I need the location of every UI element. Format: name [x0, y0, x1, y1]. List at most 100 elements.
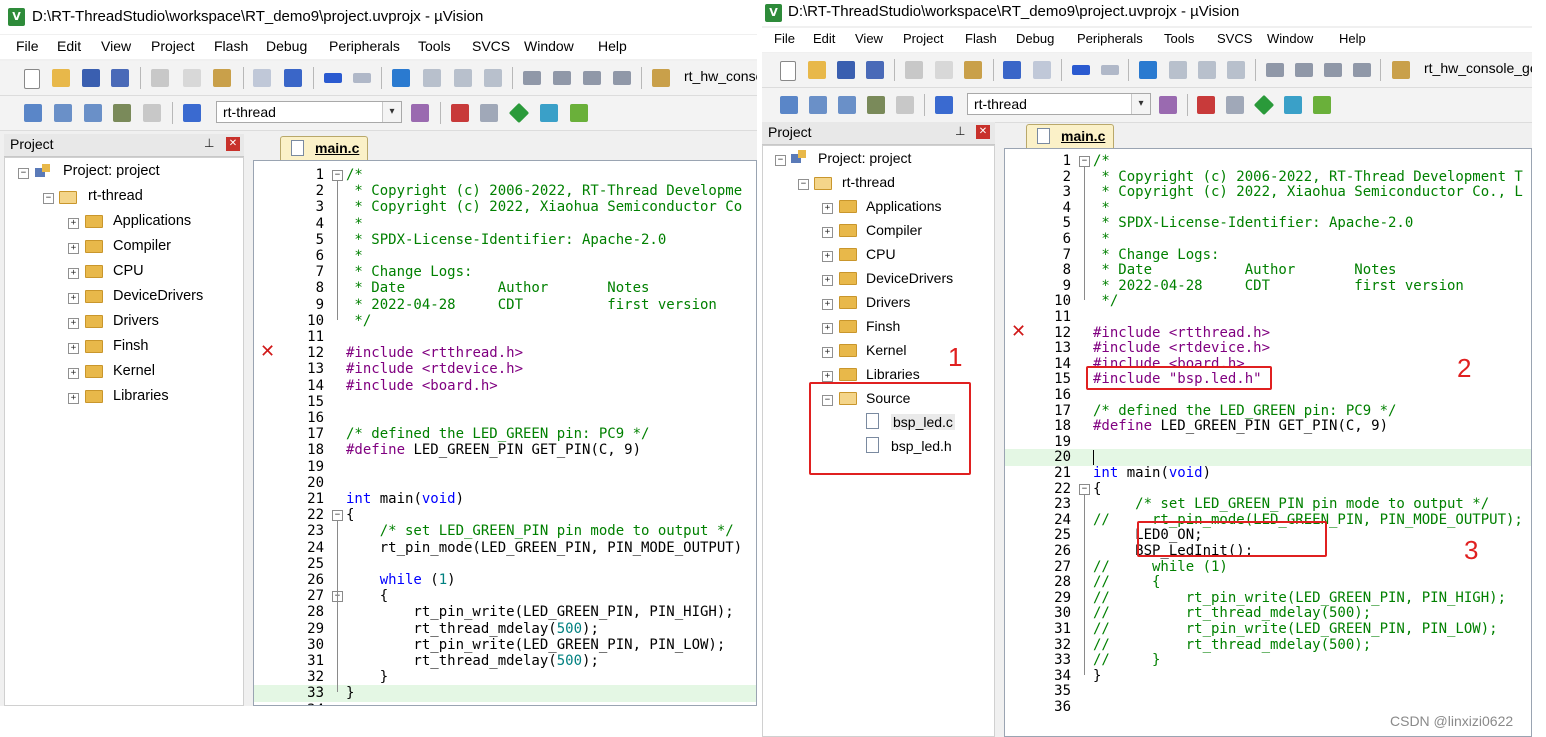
- tree-folder-drivers[interactable]: Drivers: [113, 313, 159, 329]
- menu-view[interactable]: View: [101, 38, 131, 54]
- expand-icon[interactable]: +: [68, 243, 79, 254]
- tree-folder-drivers[interactable]: Drivers: [866, 294, 910, 310]
- code-line[interactable]: 35: [1005, 683, 1531, 699]
- menu-tools[interactable]: Tools: [418, 38, 451, 54]
- expand-icon[interactable]: +: [68, 218, 79, 229]
- tree-folder-finsh[interactable]: Finsh: [113, 338, 148, 354]
- stop-build-icon[interactable]: [896, 96, 914, 114]
- menu-peripherals[interactable]: Peripherals: [329, 38, 400, 54]
- expand-icon[interactable]: +: [822, 275, 833, 286]
- prev-bookmark-icon[interactable]: [1169, 61, 1187, 79]
- expand-icon[interactable]: +: [68, 318, 79, 329]
- uncomment-icon[interactable]: [1353, 63, 1371, 77]
- tree-folder-cpu[interactable]: CPU: [866, 246, 896, 262]
- navigate-forward-icon[interactable]: [353, 73, 371, 83]
- code-line[interactable]: 2 * Copyright (c) 2006-2022, RT-Thread D…: [254, 183, 756, 199]
- find-combo-text[interactable]: rt_hw_conso: [684, 68, 757, 84]
- code-line[interactable]: 24 rt_pin_mode(LED_GREEN_PIN, PIN_MODE_O…: [254, 540, 756, 556]
- chevron-down-icon[interactable]: ▾: [382, 102, 401, 122]
- code-line[interactable]: 16: [254, 410, 756, 426]
- collapse-icon[interactable]: −: [775, 155, 786, 166]
- copy-icon[interactable]: [935, 61, 953, 79]
- tree-folder-kernel[interactable]: Kernel: [113, 363, 155, 379]
- open-folder-icon[interactable]: [52, 69, 70, 87]
- menu-window[interactable]: Window: [524, 38, 574, 54]
- manage-rte-icon[interactable]: [508, 102, 530, 124]
- unindent-icon[interactable]: [1295, 63, 1313, 77]
- code-line[interactable]: 27− {: [254, 588, 756, 604]
- chevron-down-icon[interactable]: ▾: [1131, 94, 1150, 114]
- code-line[interactable]: 13 #include <rtdevice.h>: [254, 361, 756, 377]
- code-line[interactable]: 28 rt_pin_write(LED_GREEN_PIN, PIN_HIGH)…: [254, 604, 756, 620]
- pin-icon[interactable]: ⊥: [204, 136, 214, 150]
- undo-icon[interactable]: [1003, 61, 1021, 79]
- code-line[interactable]: 6 *: [254, 248, 756, 264]
- tree-folder-compiler[interactable]: Compiler: [113, 238, 171, 254]
- paste-icon[interactable]: [213, 69, 231, 87]
- comment-icon[interactable]: [1324, 63, 1342, 77]
- target-select[interactable]: rt-thread ▾: [967, 93, 1151, 115]
- menu-edit[interactable]: Edit: [813, 31, 835, 46]
- code-line[interactable]: 20: [254, 475, 756, 491]
- options-for-target-icon[interactable]: [1159, 96, 1177, 114]
- download-icon[interactable]: [183, 104, 201, 122]
- uncomment-icon[interactable]: [613, 71, 631, 85]
- menu-peripherals[interactable]: Peripherals: [1077, 31, 1143, 46]
- translate-icon[interactable]: [780, 96, 798, 114]
- code-line[interactable]: 5 * SPDX-License-Identifier: Apache-2.0: [254, 232, 756, 248]
- menu-flash[interactable]: Flash: [214, 38, 248, 54]
- rebuild-icon[interactable]: [838, 96, 856, 114]
- tab-main-c[interactable]: main.c: [1026, 124, 1114, 148]
- stop-build-icon[interactable]: [143, 104, 161, 122]
- expand-icon[interactable]: +: [68, 393, 79, 404]
- collapse-icon[interactable]: −: [798, 179, 809, 190]
- find-in-files-icon[interactable]: [1392, 61, 1410, 79]
- pin-icon[interactable]: ⊥: [955, 124, 965, 138]
- expand-icon[interactable]: +: [68, 268, 79, 279]
- tree-folder-cpu[interactable]: CPU: [113, 263, 144, 279]
- menu-help[interactable]: Help: [598, 38, 627, 54]
- menu-svcs[interactable]: SVCS: [1217, 31, 1252, 46]
- tree-folder-libraries[interactable]: Libraries: [866, 366, 920, 382]
- code-line[interactable]: 22−{: [254, 507, 756, 523]
- code-line[interactable]: 9 * 2022-04-28 CDT first version: [254, 297, 756, 313]
- tree-root[interactable]: Project: project: [818, 150, 911, 166]
- code-line[interactable]: 4 *: [254, 216, 756, 232]
- tree-folder-libraries[interactable]: Libraries: [113, 388, 169, 404]
- code-line[interactable]: 1−/*: [254, 167, 756, 183]
- new-file-icon[interactable]: [24, 69, 40, 89]
- tree-folder-applications[interactable]: Applications: [113, 213, 191, 229]
- translate-icon[interactable]: [24, 104, 42, 122]
- save-icon[interactable]: [82, 69, 100, 87]
- code-editor[interactable]: 1−/* 2 * Copyright (c) 2006-2022, RT-Thre…: [253, 160, 757, 706]
- cut-icon[interactable]: [905, 61, 923, 79]
- code-line[interactable]: 14 #include <board.h>: [254, 378, 756, 394]
- code-line[interactable]: 11: [254, 329, 756, 345]
- menu-help[interactable]: Help: [1339, 31, 1366, 46]
- indent-icon[interactable]: [523, 71, 541, 85]
- menu-view[interactable]: View: [855, 31, 883, 46]
- software-components-icon[interactable]: [1313, 96, 1331, 114]
- expand-icon[interactable]: +: [822, 323, 833, 334]
- code-line[interactable]: 29 rt_thread_mdelay(500);: [254, 621, 756, 637]
- expand-icon[interactable]: +: [822, 251, 833, 262]
- next-bookmark-icon[interactable]: [1198, 61, 1216, 79]
- paste-icon[interactable]: [964, 61, 982, 79]
- batch-build-icon[interactable]: [113, 104, 131, 122]
- menu-file[interactable]: File: [774, 31, 795, 46]
- code-line[interactable]: 7 * Change Logs:: [254, 264, 756, 280]
- code-line[interactable]: 18 #define LED_GREEN_PIN GET_PIN(C, 9): [254, 442, 756, 458]
- collapse-icon[interactable]: −: [18, 168, 29, 179]
- expand-icon[interactable]: +: [822, 227, 833, 238]
- code-line[interactable]: 19: [1005, 434, 1531, 450]
- tree-folder-finsh[interactable]: Finsh: [866, 318, 900, 334]
- code-line[interactable]: 19: [254, 459, 756, 475]
- expand-icon[interactable]: +: [822, 347, 833, 358]
- menu-svcs[interactable]: SVCS: [472, 38, 510, 54]
- tree-root[interactable]: Project: project: [63, 163, 160, 179]
- menu-edit[interactable]: Edit: [57, 38, 81, 54]
- code-line[interactable]: 8 * Date Author Notes: [254, 280, 756, 296]
- code-line[interactable]: 18 #define LED_GREEN_PIN GET_PIN(C, 9): [1005, 418, 1531, 434]
- batch-build-icon[interactable]: [867, 96, 885, 114]
- code-line[interactable]: 31 rt_thread_mdelay(500);: [254, 653, 756, 669]
